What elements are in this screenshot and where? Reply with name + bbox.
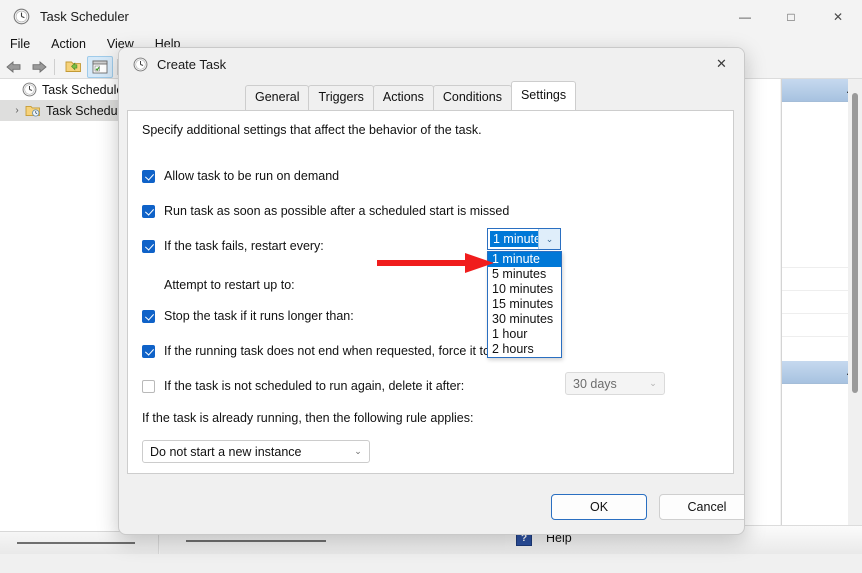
chevron-right-icon[interactable]: ›: [10, 105, 24, 116]
dialog-titlebar: Create Task ✕: [119, 48, 744, 80]
option-restart-on-failure[interactable]: If the task fails, restart every:: [142, 239, 324, 253]
checkbox-icon[interactable]: [142, 309, 155, 323]
maximize-button[interactable]: □: [768, 0, 814, 33]
option-label: If the task fails, restart every:: [164, 239, 324, 253]
menu-action[interactable]: Action: [41, 35, 96, 53]
option-force-stop-if-not-ending[interactable]: If the running task does not end when re…: [142, 344, 517, 358]
dropdown-option[interactable]: 1 minute: [488, 252, 561, 267]
folder-clock-icon: [24, 104, 42, 118]
window-title: Task Scheduler: [40, 9, 129, 24]
show-hide-console-tree-icon[interactable]: [87, 55, 113, 78]
statusbar-placeholder-line: [186, 540, 326, 542]
tree-item-label: Task Schedule: [46, 103, 128, 118]
statusbar-placeholder-line: [17, 542, 135, 544]
option-label: Allow task to be run on demand: [164, 169, 340, 183]
restart-every-dropdown[interactable]: 1 minute ⌄: [487, 228, 561, 250]
minimize-button[interactable]: —: [722, 0, 768, 33]
window-titlebar: Task Scheduler — □ ✕: [0, 0, 862, 33]
dropdown-option[interactable]: 5 minutes: [488, 267, 561, 282]
option-label: If the running task does not end when re…: [164, 344, 518, 358]
vertical-scrollbar[interactable]: [848, 79, 862, 531]
forward-arrow-icon[interactable]: [28, 57, 50, 77]
attempt-restart-label: Attempt to restart up to:: [164, 278, 295, 292]
cancel-button[interactable]: Cancel: [659, 494, 744, 520]
dropdown-option[interactable]: 10 minutes: [488, 282, 561, 297]
chevron-down-icon[interactable]: ⌄: [347, 446, 369, 457]
tab-general[interactable]: General: [245, 85, 310, 110]
option-delete-if-not-scheduled[interactable]: If the task is not scheduled to run agai…: [142, 379, 464, 393]
open-folder-icon[interactable]: [62, 57, 84, 77]
checkbox-icon[interactable]: [142, 169, 155, 183]
dialog-close-button[interactable]: ✕: [699, 48, 744, 80]
toolbar-separator: [54, 58, 55, 75]
clock-icon: [20, 82, 38, 97]
screen: Task Scheduler — □ ✕ File Action View He…: [0, 0, 862, 573]
delete-after-dropdown[interactable]: 30 days ⌄: [565, 372, 665, 395]
close-button[interactable]: ✕: [814, 0, 862, 33]
option-stop-if-runs-longer[interactable]: Stop the task if it runs longer than:: [142, 309, 354, 323]
checkbox-icon[interactable]: [142, 204, 155, 218]
ok-button[interactable]: OK: [551, 494, 647, 520]
dialog-title: Create Task: [157, 56, 227, 72]
option-allow-run-on-demand[interactable]: Allow task to be run on demand: [142, 169, 339, 183]
chevron-down-icon[interactable]: ⌄: [538, 229, 560, 249]
instance-rule-value: Do not start a new instance: [150, 444, 302, 459]
tab-actions[interactable]: Actions: [372, 85, 434, 110]
restart-every-dropdown-list[interactable]: 1 minute 5 minutes 10 minutes 15 minutes…: [487, 251, 562, 358]
dropdown-option[interactable]: 30 minutes: [488, 312, 561, 327]
checkbox-icon[interactable]: [142, 344, 155, 358]
clock-icon: [12, 8, 30, 26]
window-controls: — □ ✕: [722, 0, 862, 33]
tab-triggers[interactable]: Triggers: [308, 85, 374, 110]
checkbox-icon[interactable]: [142, 379, 155, 393]
chevron-down-icon[interactable]: ⌄: [642, 378, 664, 389]
tab-settings[interactable]: Settings: [510, 81, 577, 110]
menu-file[interactable]: File: [0, 35, 40, 53]
already-running-label: If the task is already running, then the…: [142, 411, 474, 425]
option-run-asap-after-missed-start[interactable]: Run task as soon as possible after a sch…: [142, 204, 509, 218]
clock-icon: [132, 56, 148, 72]
settings-tab-panel: Specify additional settings that affect …: [127, 110, 734, 474]
back-arrow-icon[interactable]: [3, 57, 25, 77]
dropdown-option[interactable]: 15 minutes: [488, 297, 561, 312]
scrollbar-thumb[interactable]: [852, 93, 858, 393]
dropdown-option[interactable]: 2 hours: [488, 342, 561, 357]
delete-after-value: 30 days: [573, 376, 617, 391]
settings-intro-text: Specify additional settings that affect …: [142, 123, 482, 137]
restart-every-value: 1 minute: [490, 231, 544, 247]
option-label: If the task is not scheduled to run agai…: [164, 379, 465, 393]
instance-rule-dropdown[interactable]: Do not start a new instance ⌄: [142, 440, 370, 463]
create-task-dialog: Create Task ✕ General Triggers Actions C…: [118, 47, 745, 535]
checkbox-icon[interactable]: [142, 239, 155, 253]
option-label: Stop the task if it runs longer than:: [164, 309, 354, 323]
dialog-tabs: General Triggers Actions Conditions Sett…: [245, 81, 577, 110]
dropdown-option[interactable]: 1 hour: [488, 327, 561, 342]
option-label: Run task as soon as possible after a sch…: [164, 204, 510, 218]
tab-conditions[interactable]: Conditions: [432, 85, 512, 110]
